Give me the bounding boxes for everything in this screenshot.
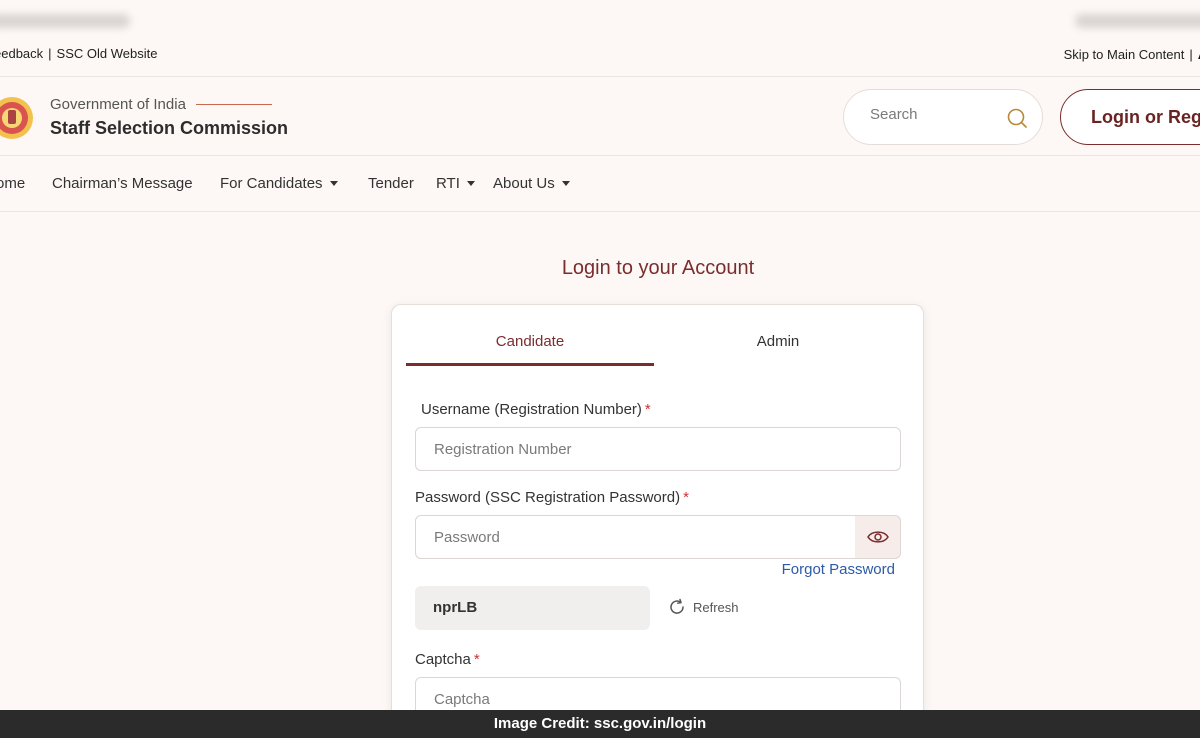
- utility-bar: eedback | SSC Old Website Skip to Main Con…: [0, 40, 1200, 68]
- nav-tender[interactable]: Tender: [368, 175, 414, 192]
- nav-about-us[interactable]: About Us: [493, 175, 570, 192]
- image-credit-bar: Image Credit: ssc.gov.in/login: [0, 710, 1200, 738]
- captcha-label-text: Captcha: [415, 651, 471, 668]
- login-card: Candidate Admin Username (Registration N…: [391, 304, 924, 724]
- eye-icon: [866, 531, 889, 543]
- separator: |: [1189, 46, 1193, 62]
- caret-down-icon: [561, 181, 570, 186]
- required-mark: *: [683, 489, 689, 506]
- nav-rti-label: RTI: [436, 175, 460, 192]
- blurred-text-left: [0, 14, 130, 28]
- organization-name[interactable]: Staff Selection Commission: [50, 118, 288, 139]
- tab-candidate[interactable]: Candidate: [406, 333, 654, 350]
- active-tab-indicator: [406, 363, 654, 366]
- password-label: Password (SSC Registration Password) *: [415, 489, 689, 506]
- show-password-button[interactable]: [855, 515, 901, 559]
- username-label-text: Username (Registration Number): [421, 401, 642, 418]
- captcha-label: Captcha *: [415, 651, 480, 668]
- password-input[interactable]: [415, 515, 856, 559]
- required-mark: *: [473, 651, 480, 668]
- forgot-password-link[interactable]: Forgot Password: [782, 561, 895, 578]
- refresh-icon: [670, 598, 684, 614]
- government-label: Government of India: [50, 96, 186, 113]
- nav-about-label: About Us: [493, 175, 555, 192]
- refresh-label: Refresh: [693, 599, 739, 615]
- caret-down-icon: [329, 181, 338, 186]
- accessibility-links: Skip to Main Content|A: [1064, 44, 1200, 64]
- login-register-button[interactable]: Login or Regi: [1060, 89, 1200, 145]
- search-icon[interactable]: [1006, 107, 1028, 129]
- nav-candidates-label: For Candidates: [220, 175, 323, 192]
- nav-tender-label: Tender: [368, 175, 414, 192]
- old-website-link[interactable]: SSC Old Website: [57, 46, 158, 61]
- required-mark: *: [644, 401, 651, 418]
- site-header: Government of India Staff Selection Comm…: [0, 76, 1200, 156]
- nav-for-candidates[interactable]: For Candidates: [220, 175, 338, 192]
- blurred-top-strip: [0, 0, 1200, 40]
- nav-home-label: ome: [0, 175, 26, 192]
- search-input[interactable]: [870, 106, 1000, 123]
- government-line: Government of India: [50, 96, 272, 113]
- blurred-text-right: [1075, 14, 1200, 28]
- search-box: [843, 89, 1043, 145]
- username-label: Username (Registration Number) *: [421, 401, 651, 418]
- password-label-text: Password (SSC Registration Password): [415, 489, 681, 506]
- caret-down-icon: [466, 181, 475, 186]
- username-input[interactable]: [415, 427, 901, 471]
- main-nav: ome Chairman’s Message For Candidates Te…: [0, 156, 1200, 212]
- nav-rti[interactable]: RTI: [436, 175, 475, 192]
- emblem-icon[interactable]: [0, 95, 36, 141]
- skip-to-main-link[interactable]: Skip to Main Content: [1064, 47, 1185, 62]
- utility-links: eedback | SSC Old Website: [0, 46, 157, 61]
- feedback-link[interactable]: eedback: [0, 46, 43, 61]
- decorative-rule: [195, 104, 272, 105]
- nav-home[interactable]: ome: [0, 175, 25, 192]
- tab-admin[interactable]: Admin: [654, 333, 902, 350]
- refresh-captcha-button[interactable]: Refresh: [668, 598, 739, 616]
- nav-chairman-message[interactable]: Chairman’s Message: [52, 175, 193, 192]
- captcha-image: nprLB: [415, 586, 650, 630]
- nav-chairman-label: Chairman’s Message: [52, 175, 193, 192]
- separator: |: [48, 46, 52, 61]
- page-title: Login to your Account: [561, 257, 755, 279]
